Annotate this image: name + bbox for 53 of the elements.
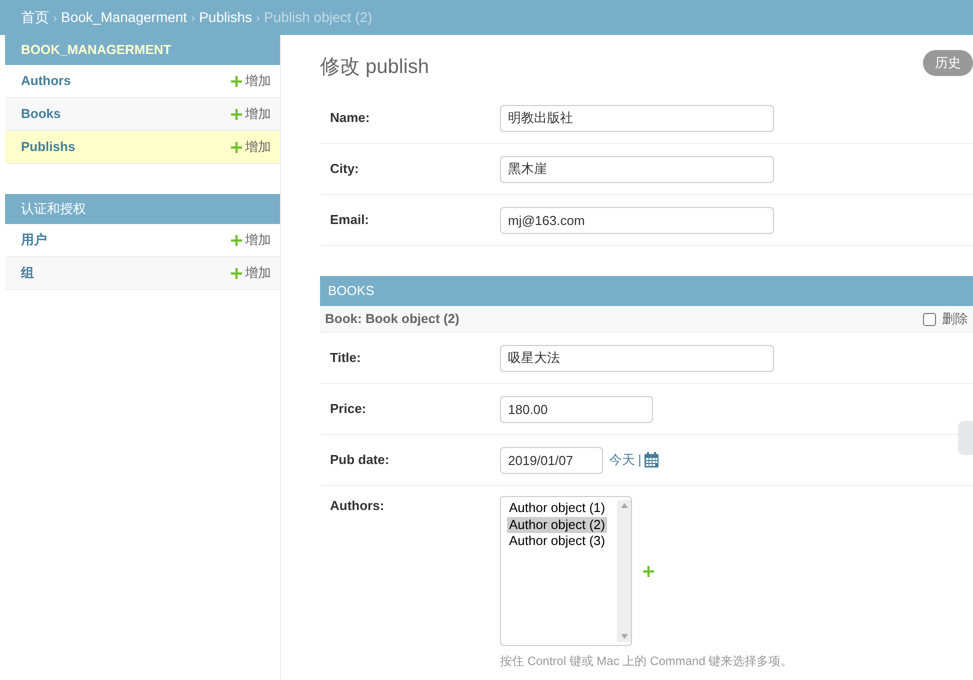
- model-link[interactable]: Publishs: [21, 137, 76, 157]
- add-link[interactable]: 增加: [231, 263, 271, 283]
- select-option[interactable]: Author object (1): [507, 500, 608, 516]
- input-field[interactable]: 2019/01/07: [500, 446, 603, 474]
- today-link[interactable]: 今天: [609, 450, 635, 470]
- field-label: City:: [330, 160, 360, 178]
- inline-object-title: Book: Book object (2): [325, 310, 460, 328]
- field-label: Name:: [330, 109, 371, 128]
- field-label: Price:: [330, 400, 368, 418]
- select-option[interactable]: Author object (2): [507, 516, 608, 533]
- delete-checkbox[interactable]: [923, 312, 936, 326]
- model-link[interactable]: 组: [21, 263, 34, 283]
- select-option[interactable]: Author object (3): [507, 533, 608, 550]
- add-link[interactable]: 增加: [231, 230, 271, 250]
- sidebar-item[interactable]: Publishs 增加: [5, 131, 280, 164]
- breadcrumb-separator: ›: [53, 10, 57, 26]
- add-link[interactable]: 增加: [231, 104, 271, 124]
- field-label: Email:: [330, 211, 370, 230]
- breadcrumb-separator: ›: [256, 10, 260, 26]
- breadcrumb-separator: ›: [191, 10, 196, 26]
- input-field[interactable]: 明教出版社: [500, 104, 774, 132]
- scroll-up-icon[interactable]: [620, 503, 628, 508]
- add-link[interactable]: 增加: [231, 137, 271, 157]
- model-link[interactable]: 用户: [21, 230, 47, 250]
- calendar-icon[interactable]: [644, 452, 660, 468]
- model-link[interactable]: Authors: [21, 71, 71, 91]
- side-widget[interactable]: [958, 421, 973, 455]
- add-link[interactable]: 增加: [231, 71, 271, 91]
- page-title: 修改 publish: [320, 55, 429, 79]
- plus-icon: [231, 234, 242, 246]
- input-field[interactable]: 黑木崖: [500, 156, 774, 182]
- plus-icon: [231, 76, 242, 86]
- input-field[interactable]: 吸星大法: [500, 344, 774, 372]
- history-button[interactable]: 历史: [923, 50, 973, 76]
- plus-icon: [231, 142, 242, 152]
- add-icon[interactable]: [643, 566, 654, 576]
- inline-header: BOOKS: [320, 276, 973, 306]
- plus-icon: [231, 268, 242, 278]
- multi-select[interactable]: Author object (1) Author object (2) Author object (3): [500, 496, 632, 646]
- input-field[interactable]: mj@163.com: [500, 206, 774, 234]
- sidebar-item[interactable]: Books 增加: [5, 98, 280, 131]
- input-field[interactable]: 180.00: [500, 396, 653, 422]
- model-link[interactable]: Books: [21, 104, 61, 124]
- field-label: Title:: [330, 349, 362, 368]
- delete-label: 删除: [942, 310, 968, 328]
- separator: |: [638, 451, 642, 470]
- breadcrumb-current: Publish object (2): [264, 8, 372, 27]
- sidebar-item[interactable]: 组 增加: [5, 257, 280, 290]
- help-text: 按住 Control 键或 Mac 上的 Command 键来选择多项。: [500, 653, 793, 670]
- field-label: Authors:: [330, 497, 386, 515]
- field-label: Pub date:: [330, 451, 390, 470]
- scroll-down-icon[interactable]: [620, 634, 628, 639]
- plus-icon: [231, 108, 242, 120]
